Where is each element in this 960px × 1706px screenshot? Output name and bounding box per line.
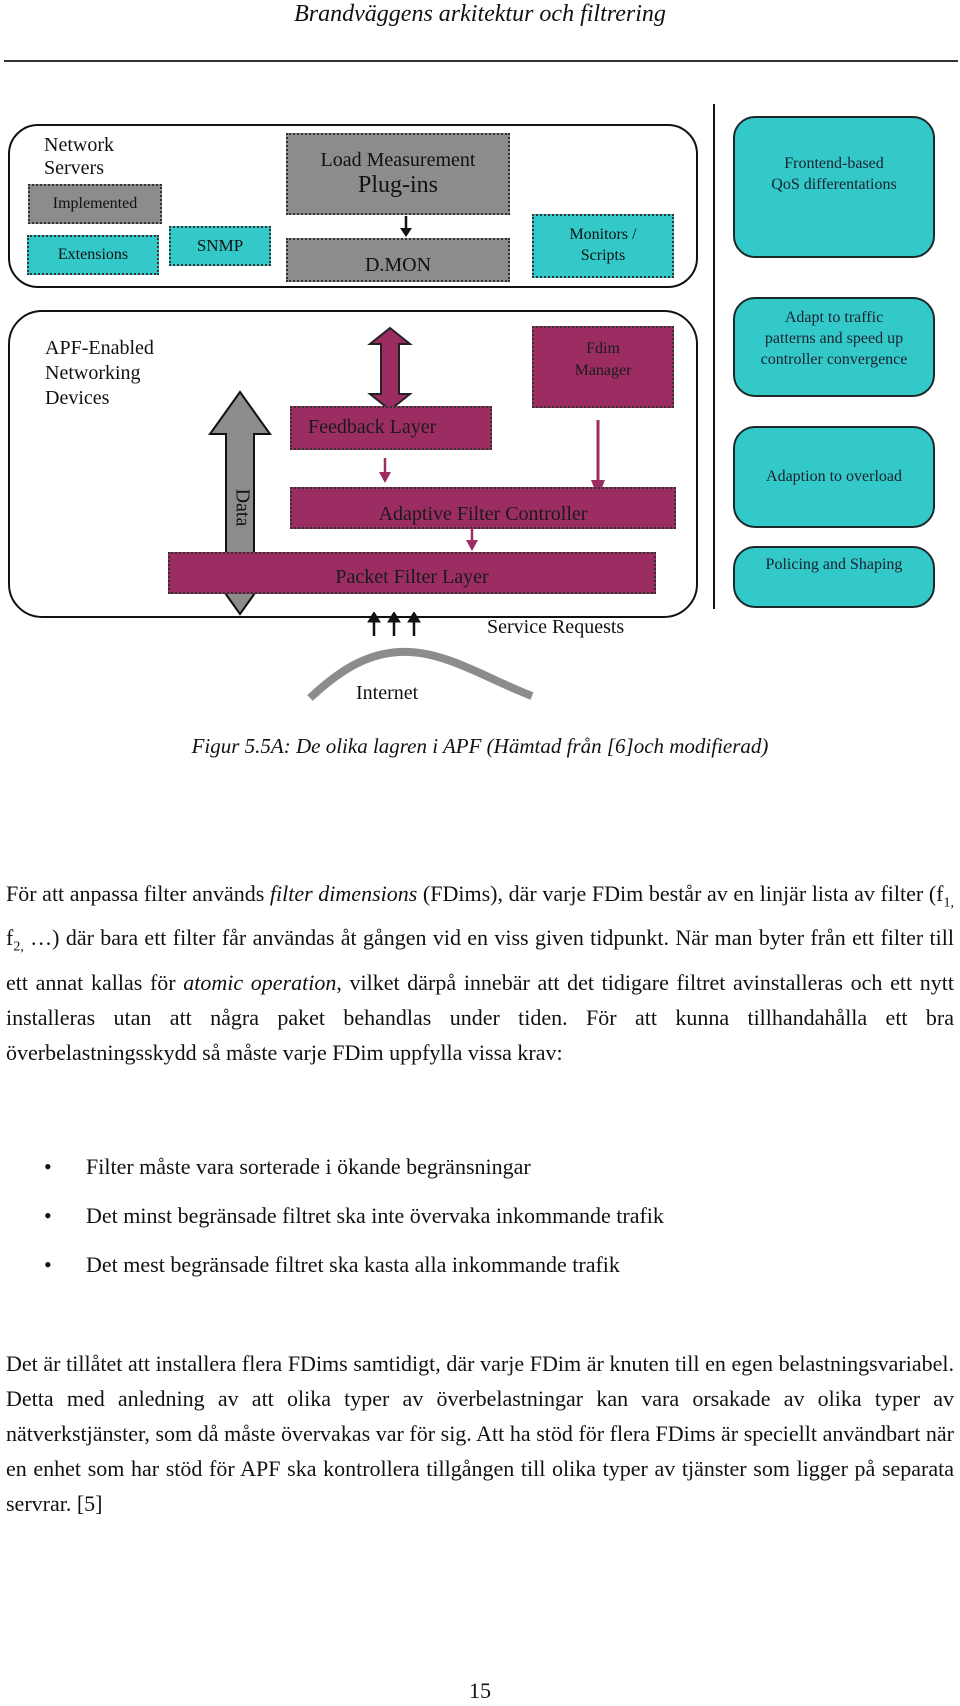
subscript: 2, bbox=[13, 939, 24, 955]
controller-to-packet-arrow-icon bbox=[466, 528, 478, 551]
vertical-divider bbox=[713, 104, 715, 609]
title-line: Network bbox=[44, 134, 114, 156]
load-measurement-label: Load Measurement bbox=[320, 149, 476, 171]
body-paragraph-1: För att anpassa filter används filter di… bbox=[6, 876, 954, 1070]
box-line: Frontend-based bbox=[784, 155, 884, 172]
implemented-legend-box: Implemented bbox=[28, 184, 162, 224]
monitors-label: Monitors / bbox=[569, 226, 637, 244]
box-line: QoS differentations bbox=[771, 176, 897, 193]
dmon-box: D.MON bbox=[286, 238, 510, 282]
bullet-icon: • bbox=[44, 1252, 52, 1277]
term-filter-dimensions: filter dimensions bbox=[269, 881, 418, 906]
body-paragraph-2: Det är tillåtet att installera flera FDi… bbox=[6, 1351, 954, 1516]
bullet-text: Det minst begränsade filtret ska inte öv… bbox=[86, 1203, 664, 1228]
bullet-item: • Filter måste vara sorterade i ökande be… bbox=[44, 1152, 531, 1182]
feedback-double-arrow-icon bbox=[367, 326, 413, 412]
feedback-to-controller-arrow-icon bbox=[379, 458, 391, 483]
snmp-box: SNMP bbox=[169, 226, 271, 266]
internet-curve-icon bbox=[307, 647, 534, 701]
qos-differentiation-box: Frontend-based QoS differentations bbox=[733, 116, 935, 258]
bullet-text: Filter måste vara sorterade i ökande beg… bbox=[86, 1154, 531, 1179]
box-line: patterns and speed up bbox=[764, 330, 904, 347]
running-header: Brandväggens arkitektur och filtrering bbox=[294, 1, 666, 27]
title-line: Devices bbox=[45, 387, 110, 409]
network-servers-title: Network Servers bbox=[44, 134, 114, 180]
bullet-item: • Det mest begränsade filtret ska kasta a… bbox=[44, 1250, 620, 1280]
monitors-scripts-box: Monitors / Scripts bbox=[532, 214, 674, 278]
page-number: 15 bbox=[469, 1678, 491, 1703]
scripts-label: Scripts bbox=[580, 247, 626, 264]
bullet-icon: • bbox=[44, 1154, 52, 1179]
title-line: Servers bbox=[44, 157, 104, 179]
data-label: Data bbox=[231, 488, 254, 527]
subscript: 1, bbox=[943, 895, 955, 911]
dmon-label: D.MON bbox=[364, 253, 432, 276]
adaption-overload-box: Adaption to overload bbox=[733, 426, 935, 528]
packet-filter-layer-box: Packet Filter Layer bbox=[168, 552, 656, 594]
load-measurement-box: Load Measurement Plug-ins bbox=[286, 133, 510, 215]
text-run: (FDims), där varje FDim består av en lin… bbox=[417, 881, 944, 906]
bullet-item: • Det minst begränsade filtret ska inte ö… bbox=[44, 1201, 664, 1231]
box-line: Policing and Shaping bbox=[765, 556, 903, 573]
down-arrow-icon bbox=[400, 216, 412, 237]
plugins-label: Plug-ins bbox=[357, 172, 438, 198]
feedback-layer-box: Feedback Layer bbox=[290, 406, 492, 450]
apf-devices-title: APF-Enabled Networking Devices bbox=[45, 336, 154, 411]
header-divider bbox=[4, 60, 958, 62]
policing-shaping-box: Policing and Shaping bbox=[733, 546, 935, 608]
title-line: APF-Enabled bbox=[45, 337, 154, 359]
extensions-legend-box: Extensions bbox=[27, 235, 159, 275]
box-line: Adaption to overload bbox=[766, 468, 902, 485]
title-line: Networking bbox=[45, 362, 141, 384]
box-line: controller convergence bbox=[760, 351, 908, 368]
adaptive-filter-controller-box: Adaptive Filter Controller bbox=[290, 487, 676, 529]
manager-label: Manager bbox=[574, 362, 632, 379]
figure-caption: Figur 5.5A: De olika lagren i APF (Hämta… bbox=[191, 734, 769, 758]
packet-filter-layer-label: Packet Filter Layer bbox=[335, 565, 489, 588]
apf-diagram: Network Servers Implemented Extensions S… bbox=[0, 90, 960, 710]
bullet-icon: • bbox=[44, 1203, 52, 1228]
implemented-label: Implemented bbox=[52, 195, 138, 212]
extensions-label: Extensions bbox=[57, 246, 129, 263]
adaptive-filter-controller-label: Adaptive Filter Controller bbox=[378, 502, 588, 525]
adapt-traffic-box: Adapt to traffic patterns and speed up c… bbox=[733, 297, 935, 397]
bullet-text: Det mest begränsade filtret ska kasta al… bbox=[86, 1252, 620, 1277]
box-line: Adapt to traffic bbox=[784, 309, 884, 326]
fdim-label: Fdim bbox=[586, 340, 620, 357]
fdim-manager-box: Fdim Manager bbox=[532, 326, 674, 408]
internet-label: Internet bbox=[356, 682, 419, 704]
feedback-layer-label: Feedback Layer bbox=[308, 416, 437, 438]
snmp-label: SNMP bbox=[196, 236, 244, 255]
term-atomic-operation: atomic operation bbox=[183, 969, 337, 995]
text-run: För att anpassa filter används bbox=[6, 881, 270, 906]
